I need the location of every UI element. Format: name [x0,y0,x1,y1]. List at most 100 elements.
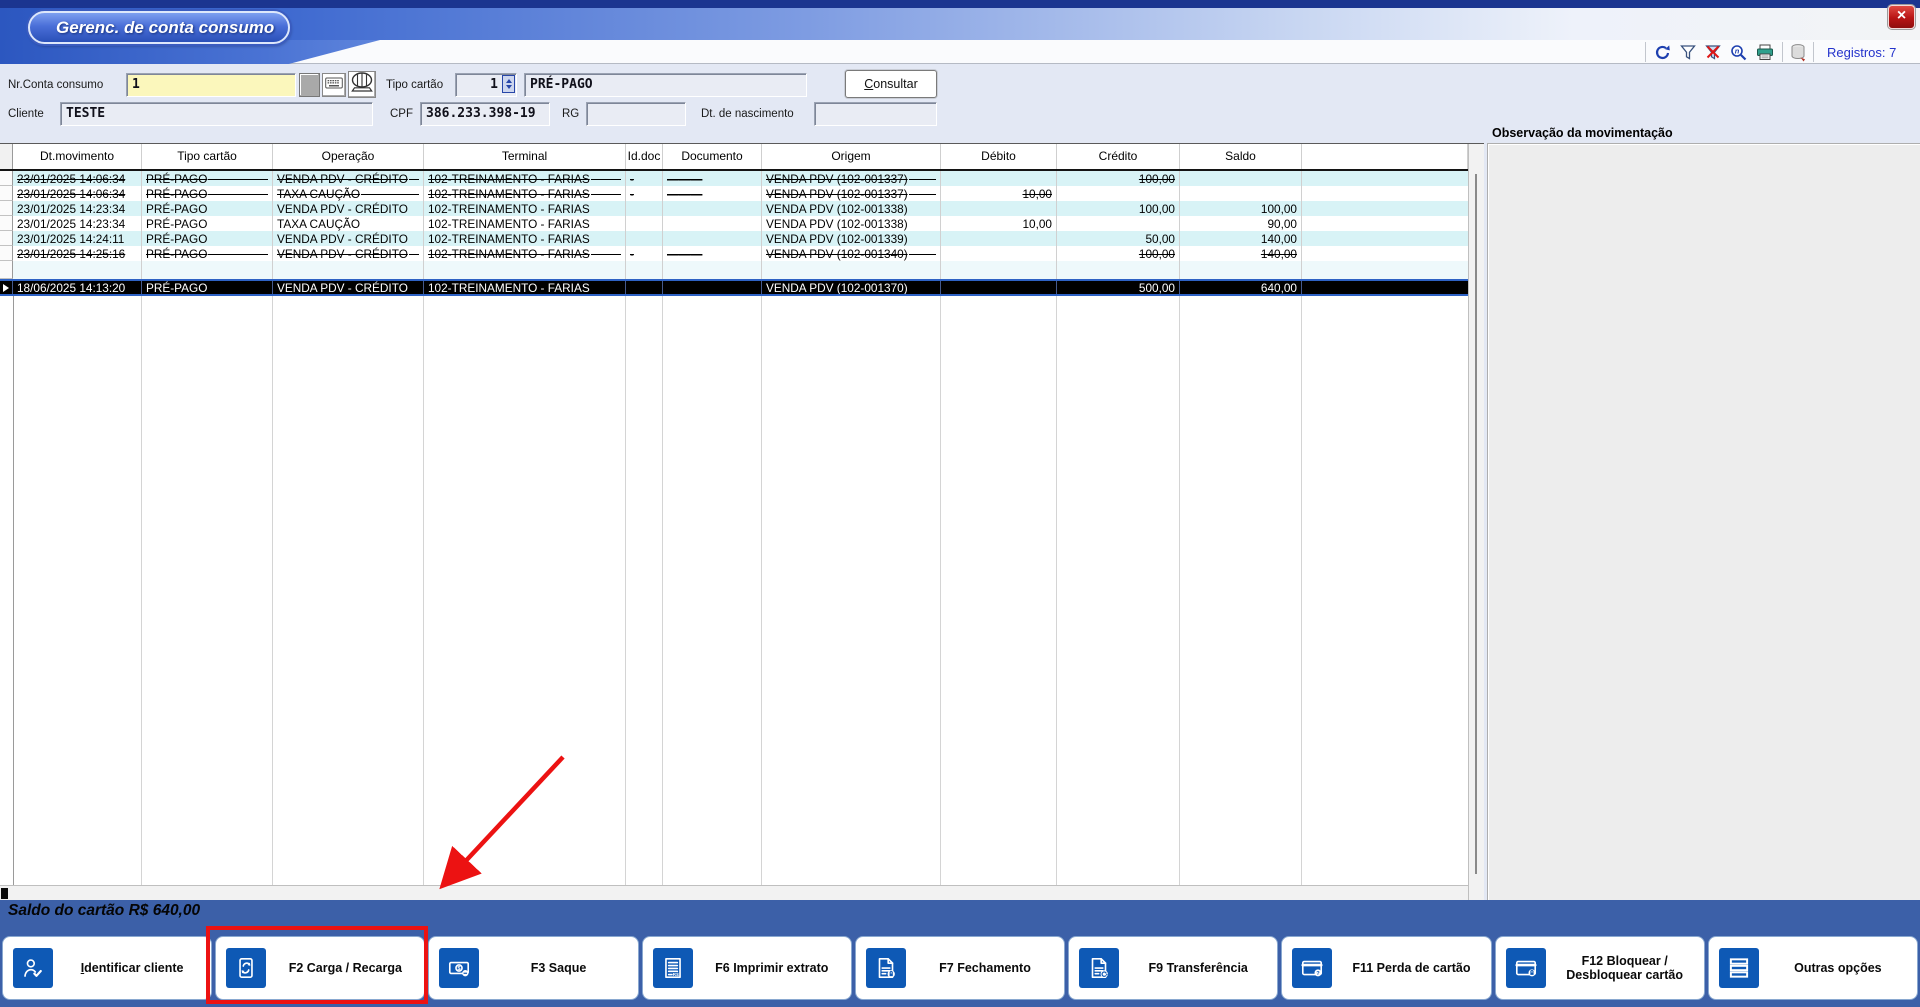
table-row-blank[interactable] [0,261,1468,279]
cell-Origem: VENDA PDV (102-001339) [762,231,941,246]
cell-Dt.movimento: 23/01/2025 14:06:34 [13,171,142,186]
hscroll-thumb[interactable] [1,888,8,899]
cell-Terminal: 102-TREINAMENTO - FARIAS [424,231,626,246]
zoom-icon[interactable]: n [1729,43,1748,62]
svg-text:R$: R$ [672,972,678,978]
table-row[interactable]: 23/01/2025 14:25:16PRÉ-PAGOVENDA PDV - C… [0,246,1468,261]
tipo-cartao-label: Tipo cartão [386,73,443,97]
cell-filler [1302,231,1468,246]
action-label: F3 Saque [479,961,637,975]
cell-Id.doc: - [626,246,663,261]
cell-Tipo cartão [142,261,273,279]
cell-Tipo cartão: PRÉ-PAGO [142,201,273,216]
cell-Crédito [1057,261,1180,279]
action-f12-bloquear-desbloquear-cart-o[interactable]: F12 Bloquear / Desbloquear cartão [1495,936,1705,1000]
card-reload-icon [226,948,266,988]
cell-Documento [663,216,762,231]
column-header-Terminal[interactable]: Terminal [424,144,626,169]
action-f3-saque[interactable]: $F3 Saque [428,936,638,1000]
svg-text:?: ? [1317,971,1321,977]
nascimento-field [814,102,937,126]
window-title-pill: Gerenc. de conta consumo [28,11,290,44]
consultar-label-rest: onsultar [873,77,917,91]
column-header-Saldo[interactable]: Saldo [1180,144,1302,169]
cell-Saldo: 640,00 [1180,281,1302,294]
action-f2-carga-recarga[interactable]: F2 Carga / Recarga [215,936,425,1000]
cell-Id.doc [626,201,663,216]
cell-Operação [273,261,424,279]
refresh-icon[interactable] [1653,43,1672,62]
cell-Débito [941,246,1057,261]
column-header-Débito[interactable]: Débito [941,144,1057,169]
column-header-Dt.movimento[interactable]: Dt.movimento [13,144,142,169]
cell-Id.doc [626,216,663,231]
nr-conta-input[interactable]: 1 [126,73,296,97]
user-check-icon [13,948,53,988]
table-row[interactable]: 23/01/2025 14:23:34PRÉ-PAGOVENDA PDV - C… [0,201,1468,216]
action-identificar-cliente[interactable]: Identificar cliente [2,936,212,1000]
cell-Operação: VENDA PDV - CRÉDITO [273,281,424,294]
action-outras-op-es[interactable]: Outras opções [1708,936,1918,1000]
cell-Tipo cartão: PRÉ-PAGO [142,171,273,186]
cell-Crédito: 100,00 [1057,171,1180,186]
nr-conta-label: Nr.Conta consumo [8,73,103,97]
cell-Documento [663,281,762,294]
cell-Terminal: 102-TREINAMENTO - FARIAS [424,246,626,261]
column-header-Operação[interactable]: Operação [273,144,424,169]
doc-refresh-icon [1079,948,1119,988]
table-row[interactable]: 23/01/2025 14:23:34PRÉ-PAGOTAXA CAUÇÃO10… [0,216,1468,231]
cell-Documento: ——— [663,171,762,186]
column-header-Tipo cartão[interactable]: Tipo cartão [142,144,273,169]
cpf-field: 386.233.398-19 [420,102,550,126]
receipt-icon: R$ [653,948,693,988]
cell-Terminal [424,261,626,279]
consultar-button[interactable]: Consultar [845,70,937,98]
column-header-Origem[interactable]: Origem [762,144,941,169]
horizontal-scrollbar[interactable] [0,885,1468,901]
observacao-panel[interactable] [1487,143,1920,900]
close-button[interactable]: × [1888,5,1915,29]
observacao-label: Observação da movimentação [1492,126,1673,140]
cell-Terminal: 102-TREINAMENTO - FARIAS [424,171,626,186]
cell-filler [1302,261,1468,279]
column-header-Id.doc[interactable]: Id.doc [626,144,663,169]
cell-Origem: VENDA PDV (102-001338) [762,216,941,231]
filter-clear-icon[interactable] [1704,43,1722,61]
cell-Tipo cartão: PRÉ-PAGO [142,231,273,246]
table-row-selected[interactable]: 18/06/2025 14:13:20PRÉ-PAGOVENDA PDV - C… [0,279,1468,296]
action-label: F9 Transferência [1119,961,1277,975]
action-f11-perda-de-cart-o[interactable]: ?F11 Perda de cartão [1281,936,1491,1000]
table-row[interactable]: 23/01/2025 14:24:11PRÉ-PAGOVENDA PDV - C… [0,231,1468,246]
tipo-cartao-spinner[interactable] [502,75,515,93]
action-buttons-row: Identificar clienteF2 Carga / Recarga$F3… [2,936,1918,1000]
row-header-cell [0,201,13,216]
action-label: F6 Imprimir extrato [693,961,851,975]
action-f7-fechamento[interactable]: F7 Fechamento [855,936,1065,1000]
table-row[interactable]: 23/01/2025 14:06:34PRÉ-PAGOVENDA PDV - C… [0,171,1468,186]
grid-header-row: Dt.movimentoTipo cartãoOperaçãoTerminalI… [0,144,1468,171]
toolbar-separator [1782,42,1783,62]
cell-Documento: ——— [663,186,762,201]
filter-icon[interactable] [1679,43,1697,61]
cell-Dt.movimento: 23/01/2025 14:25:16 [13,246,142,261]
table-row[interactable]: 23/01/2025 14:06:34PRÉ-PAGOTAXA CAUÇÃO10… [0,186,1468,201]
cell-Dt.movimento [13,261,142,279]
column-header-Documento[interactable]: Documento [663,144,762,169]
column-header-filler[interactable] [1302,144,1468,169]
print-icon[interactable] [1755,43,1775,62]
vscroll-thumb[interactable] [1475,174,1477,874]
cell-Origem [762,261,941,279]
toolbar-separator [1645,42,1646,62]
database-icon[interactable] [1790,43,1806,62]
vertical-scrollbar[interactable] [1468,144,1484,901]
cell-Operação: VENDA PDV - CRÉDITO [273,201,424,216]
lookup-button[interactable] [299,73,320,97]
column-header-Crédito[interactable]: Crédito [1057,144,1180,169]
cell-Documento: ——— [663,246,762,261]
keyboard-button[interactable] [322,73,346,97]
menu-list-icon [1719,948,1759,988]
cliente-label: Cliente [8,102,44,126]
action-f9-transfer-ncia[interactable]: F9 Transferência [1068,936,1278,1000]
card-reader-button[interactable] [348,71,376,98]
action-f6-imprimir-extrato[interactable]: R$ F6 Imprimir extrato [642,936,852,1000]
